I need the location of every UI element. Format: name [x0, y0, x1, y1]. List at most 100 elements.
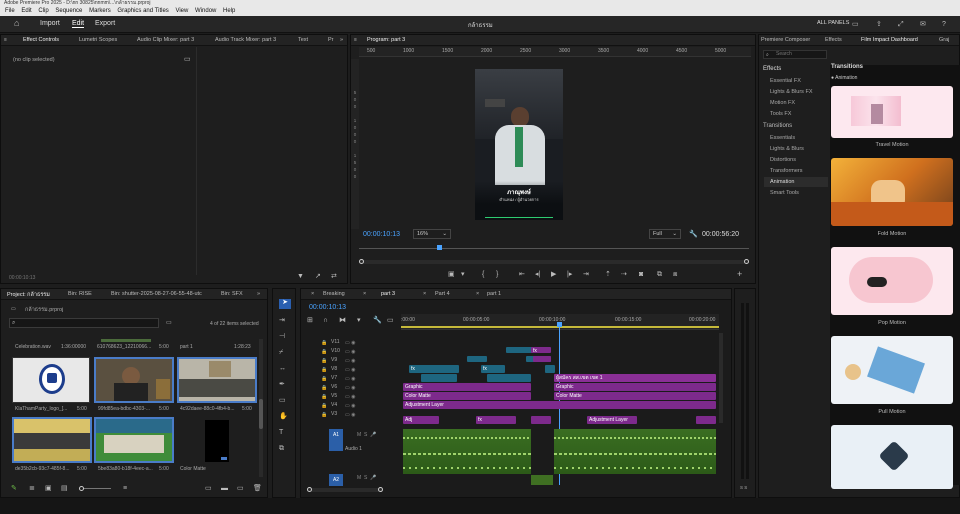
- menu-help[interactable]: Help: [223, 8, 235, 14]
- video-clip[interactable]: [533, 356, 551, 362]
- video-clip[interactable]: fx: [531, 347, 551, 353]
- step-back-icon[interactable]: ◂|: [535, 271, 540, 278]
- nest-icon[interactable]: ⊞: [307, 317, 313, 324]
- audio-track-a2-target[interactable]: A2: [329, 474, 343, 486]
- track-select-tool-icon[interactable]: ⇥: [279, 317, 285, 324]
- video-clip[interactable]: [545, 365, 555, 373]
- export-tab[interactable]: Export: [95, 20, 115, 27]
- new-bin-icon[interactable]: ▬: [221, 485, 228, 492]
- lift-icon[interactable]: ⇡: [605, 271, 611, 278]
- program-timecode[interactable]: 00:00:10:13: [363, 231, 400, 238]
- timeline-video-scrollbar[interactable]: [719, 333, 723, 423]
- tab-audio-clip-mixer[interactable]: Audio Clip Mixer: part 3: [137, 37, 194, 43]
- menu-clip[interactable]: Clip: [38, 8, 48, 14]
- import-tab[interactable]: Import: [40, 20, 60, 27]
- item-name[interactable]: 99fd85ea-bdbc-4303-...: [98, 406, 150, 412]
- transition-preview-pull-motion[interactable]: [831, 336, 953, 404]
- adjustment-clip[interactable]: fx: [476, 416, 516, 424]
- pencil-icon[interactable]: ✎: [11, 485, 17, 492]
- fx-section-transitions[interactable]: Transitions: [763, 123, 792, 129]
- zoom-select[interactable]: 16% ⌄: [413, 229, 451, 239]
- fx-search-input[interactable]: ⌕ Search: [763, 50, 827, 59]
- zoom-slider[interactable]: [79, 486, 111, 491]
- close-icon[interactable]: ×: [363, 291, 366, 297]
- audio-clip[interactable]: [403, 429, 531, 474]
- project-item-thumbnail[interactable]: [94, 417, 174, 463]
- tab-sequence-part4[interactable]: Part 4: [435, 291, 450, 297]
- tab-effects[interactable]: Effects: [825, 37, 842, 43]
- project-scrollbar[interactable]: [259, 339, 263, 477]
- item-name[interactable]: Color Matte: [180, 466, 206, 472]
- more-tabs-icon[interactable]: »: [257, 291, 260, 297]
- mark-in-icon[interactable]: ▣: [448, 271, 455, 278]
- filter-icon[interactable]: ▼: [297, 273, 304, 280]
- tab-sequence-part3[interactable]: part 3: [381, 291, 395, 297]
- maximize-icon[interactable]: ⤢: [898, 21, 904, 28]
- video-clip[interactable]: [421, 374, 457, 382]
- type-tool-icon[interactable]: T: [279, 429, 283, 436]
- title-clip[interactable]: ผู้สมัคร สส.เขต เขต 1: [554, 374, 716, 382]
- solo-labels[interactable]: S S: [740, 485, 747, 490]
- go-to-out-icon[interactable]: ⇥: [583, 271, 589, 278]
- panel-menu-icon[interactable]: ≡: [354, 37, 357, 44]
- automate-icon[interactable]: ▭: [205, 485, 212, 492]
- video-clip[interactable]: fx: [409, 365, 459, 373]
- tab-premiere-composer[interactable]: Premiere Composer: [761, 37, 810, 43]
- all-panels-menu[interactable]: ALL PANELS: [817, 20, 849, 26]
- mark-out-bracket-icon[interactable]: }: [496, 271, 498, 278]
- tab-film-impact-dashboard[interactable]: Film Impact Dashboard: [861, 37, 918, 43]
- add-marker-icon[interactable]: ▾: [357, 317, 361, 324]
- close-icon[interactable]: ×: [476, 291, 479, 297]
- audio-track-a1-target[interactable]: A1: [329, 429, 343, 451]
- fx-item-selected[interactable]: Animation: [770, 179, 794, 185]
- slip-tool-icon[interactable]: ↔: [279, 365, 286, 372]
- new-bin-from-search-icon[interactable]: ▭: [166, 320, 172, 327]
- fx-item[interactable]: Essential FX: [770, 78, 801, 84]
- pen-tool-icon[interactable]: ✒: [279, 381, 285, 388]
- menu-file[interactable]: File: [5, 8, 15, 14]
- tab-graphics[interactable]: Graj: [939, 37, 949, 43]
- freeform-view-icon[interactable]: ▤: [61, 485, 68, 492]
- razor-tool-icon[interactable]: ⌿: [279, 349, 283, 356]
- fx-item[interactable]: Transformers: [770, 168, 803, 174]
- project-item-thumbnail[interactable]: [177, 357, 257, 403]
- home-icon[interactable]: ⌂: [14, 19, 19, 28]
- caption-tool-icon[interactable]: ⧉: [279, 445, 284, 452]
- tab-sequence-breaking[interactable]: Breaking: [323, 291, 345, 297]
- transition-preview-fold-motion[interactable]: [831, 158, 953, 226]
- list-view-icon[interactable]: ≣: [29, 485, 35, 492]
- track-eye-icons[interactable]: ▭ ◉ ▭ ◉ ▭ ◉ ▭ ◉ ▭ ◉ ▭ ◉ ▭ ◉ ▭ ◉ ▭ ◉: [345, 339, 363, 429]
- menu-graphics[interactable]: Graphics and Titles: [117, 8, 168, 14]
- panel-toggle-icon[interactable]: ▭: [852, 21, 859, 28]
- project-item-thumbnail[interactable]: [94, 357, 174, 403]
- adjustment-clip[interactable]: [696, 416, 716, 424]
- tab-sequence-part1[interactable]: part 1: [487, 291, 501, 297]
- graphic-clip[interactable]: Graphic: [554, 383, 716, 391]
- project-item-thumbnail[interactable]: [12, 417, 92, 463]
- wrench-icon[interactable]: 🔧: [689, 231, 698, 238]
- snap-icon[interactable]: ∩: [323, 317, 328, 324]
- tab-audio-track-mixer[interactable]: Audio Track Mixer: part 3: [215, 37, 276, 43]
- color-matte-clip[interactable]: Color Matte: [403, 392, 531, 400]
- extract-icon[interactable]: ⇢: [621, 271, 627, 278]
- item-name[interactable]: part 1: [180, 344, 193, 350]
- tab-pr[interactable]: Pr: [328, 37, 334, 43]
- add-button-icon[interactable]: +: [737, 270, 742, 279]
- edit-tab[interactable]: Edit: [72, 20, 85, 28]
- color-matte-clip[interactable]: Color Matte: [554, 392, 716, 400]
- menu-edit[interactable]: Edit: [21, 8, 31, 14]
- share-icon[interactable]: ⇪: [876, 21, 882, 28]
- export-frame-icon[interactable]: ↗: [315, 273, 321, 280]
- adjustment-clip[interactable]: Adj: [403, 416, 439, 424]
- fx-item[interactable]: Smart Tools: [770, 190, 799, 196]
- more-tabs-icon[interactable]: »: [340, 37, 343, 43]
- program-scrubber[interactable]: [359, 245, 749, 253]
- sort-icon[interactable]: ≡: [123, 485, 127, 492]
- linked-selection-icon[interactable]: ⧓: [339, 317, 346, 324]
- video-clip[interactable]: fx: [481, 365, 505, 373]
- audio-track-controls[interactable]: M S 🎤: [357, 475, 376, 481]
- comparison-view-icon[interactable]: ⧉: [657, 271, 662, 278]
- adjustment-layer-clip[interactable]: Adjustment Layer: [587, 416, 637, 424]
- add-marker-icon[interactable]: ▾: [461, 271, 465, 278]
- video-clip[interactable]: [487, 374, 531, 382]
